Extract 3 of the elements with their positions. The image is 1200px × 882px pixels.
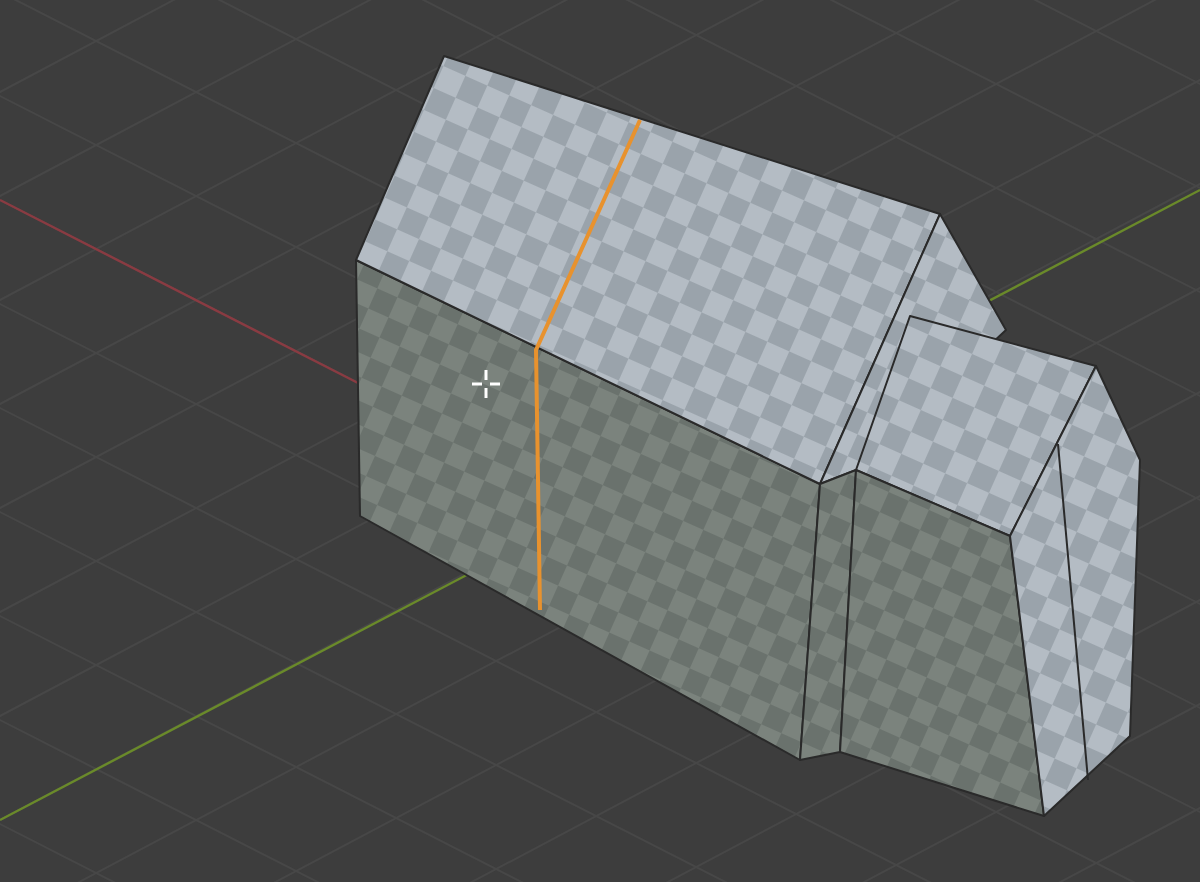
selected-edge[interactable]: [534, 119, 642, 611]
viewport-canvas[interactable]: [0, 0, 1200, 882]
house-mesh-drawing[interactable]: [355, 55, 1141, 817]
